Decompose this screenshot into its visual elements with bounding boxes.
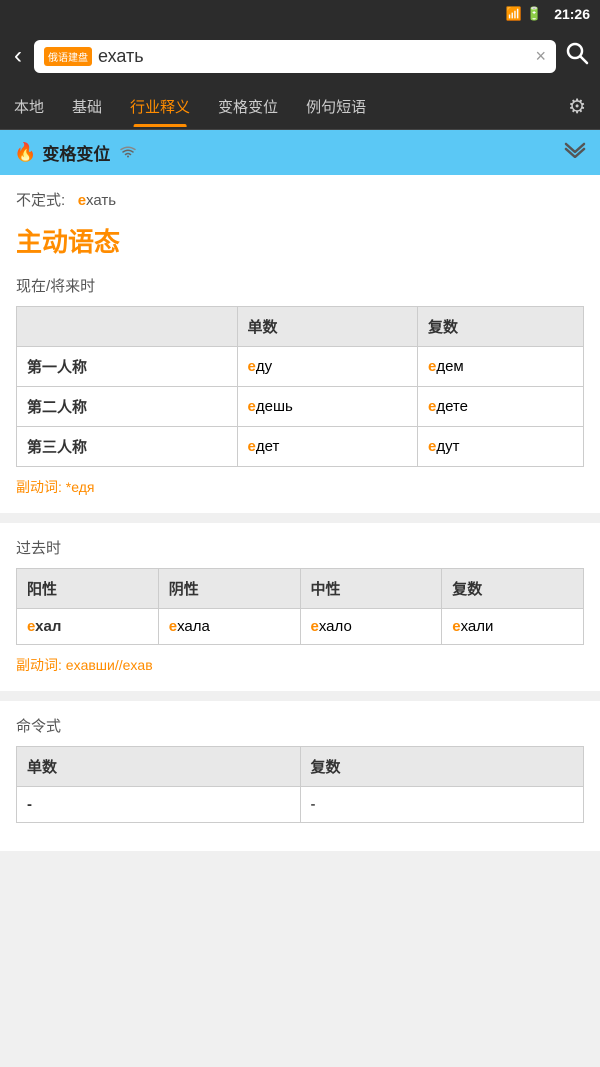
past-header-neut: 中性 [300,569,442,609]
section-title: 变格变位 [42,140,110,165]
present-participle-line: 副动词: *едя [16,477,584,497]
past-participle-label: 副动词: [16,657,62,673]
present-2s-rest: дешь [256,398,293,415]
chevron-down-icon[interactable] [564,141,586,164]
nav-tabs: 本地 基础 行业释义 变格变位 例句短语 ⚙ [0,84,600,130]
present-participle-text: *едя [66,479,95,495]
battery-icon: 🔋 [526,6,542,22]
present-1s-prefix: е [248,358,256,375]
back-button[interactable]: ‹ [10,38,26,74]
section-divider-2 [0,691,600,701]
infinitive-label: 不定式: [16,192,65,209]
table-row: - - [17,787,584,823]
input-badge: 俄语建盘 [44,47,92,66]
infinitive-rest: хать [86,192,116,209]
status-time: 21:26 [554,6,590,22]
present-participle-label: 副动词: [16,479,62,495]
main-content: 不定式: ехать 主动语态 现在/将来时 单数 复数 第一人称 [0,175,600,851]
imperative-label: 命令式 [16,715,584,736]
table-row: 第一人称 еду едем [17,347,584,387]
imp-header-singular: 单数 [17,747,301,787]
present-2-singular: едешь [237,387,417,427]
table-row: 第三人称 едет едут [17,427,584,467]
tab-basic[interactable]: 基础 [58,86,116,127]
present-tense-label: 现在/将来时 [16,275,584,296]
tab-local[interactable]: 本地 [0,86,58,127]
infinitive-prefix: е [78,192,86,209]
fire-icon: 🔥 [14,142,36,163]
table-row: ехал ехала ехало ехали [17,609,584,645]
present-1-singular: еду [237,347,417,387]
present-2p-rest: дете [436,398,468,415]
past-plur: ехали [442,609,584,645]
table-row: 第二人称 едешь едете [17,387,584,427]
tab-examples[interactable]: 例句短语 [292,86,380,127]
search-bar: ‹ 俄语建盘 ехать × [0,28,600,84]
present-1-plural: едем [417,347,583,387]
search-query-text: ехать [98,46,529,67]
tab-conjugation[interactable]: 变格变位 [204,86,292,127]
present-3-plural: едут [417,427,583,467]
past-tense-table: 阳性 阴性 中性 复数 ехал ехала ехало ехали [16,568,584,645]
present-1s-rest: ду [256,358,272,375]
present-tense-section: 现在/将来时 单数 复数 第一人称 еду едем [16,275,584,497]
imp-header-plural: 复数 [300,747,584,787]
present-3s-rest: дет [256,438,279,455]
status-bar: 📶 🔋 21:26 [0,0,600,28]
status-icons: 📶 🔋 21:26 [506,6,590,22]
present-1p-rest: дем [436,358,463,375]
person-2: 第二人称 [17,387,238,427]
past-participle-text: еxавши//еxав [66,657,153,673]
past-header-masc: 阳性 [17,569,159,609]
tab-industry[interactable]: 行业释义 [116,86,204,127]
present-header-singular: 单数 [237,307,417,347]
past-participle-line: 副动词: еxавши//еxав [16,655,584,675]
section-header-title: 🔥 变格变位 [14,140,136,165]
imperative-table: 单数 复数 - - [16,746,584,823]
present-2-plural: едете [417,387,583,427]
search-button[interactable] [564,40,590,73]
past-fem: ехала [158,609,300,645]
imp-plural: - [300,787,584,823]
past-neut: ехало [300,609,442,645]
present-header-empty [17,307,238,347]
past-header-plur: 复数 [442,569,584,609]
present-header-plural: 复数 [417,307,583,347]
clear-button[interactable]: × [535,46,546,67]
section-header: 🔥 变格变位 [0,130,600,175]
present-tense-table: 单数 复数 第一人称 еду едем 第二人称 едешь едете [16,306,584,467]
section-divider [0,513,600,523]
imperative-section: 命令式 单数 复数 - - [16,715,584,823]
present-3-singular: едет [237,427,417,467]
voice-title: 主动语态 [16,222,584,259]
imp-singular: - [17,787,301,823]
search-input-wrapper[interactable]: 俄语建盘 ехать × [34,40,556,73]
past-tense-section: 过去时 阳性 阴性 中性 复数 ехал ехала ехало ехал [16,537,584,675]
signal-icon: 📶 [506,6,522,22]
content: 🔥 变格变位 不定式: ехать [0,130,600,851]
past-tense-label: 过去时 [16,537,584,558]
infinitive-line: 不定式: ехать [16,189,584,210]
settings-button[interactable]: ⚙ [554,84,600,129]
wifi-icon [120,145,136,161]
past-masc: ехал [17,609,159,645]
person-3: 第三人称 [17,427,238,467]
past-header-fem: 阴性 [158,569,300,609]
present-3p-rest: дут [436,438,459,455]
present-2s-prefix: е [248,398,256,415]
present-3s-prefix: е [248,438,256,455]
person-1: 第一人称 [17,347,238,387]
